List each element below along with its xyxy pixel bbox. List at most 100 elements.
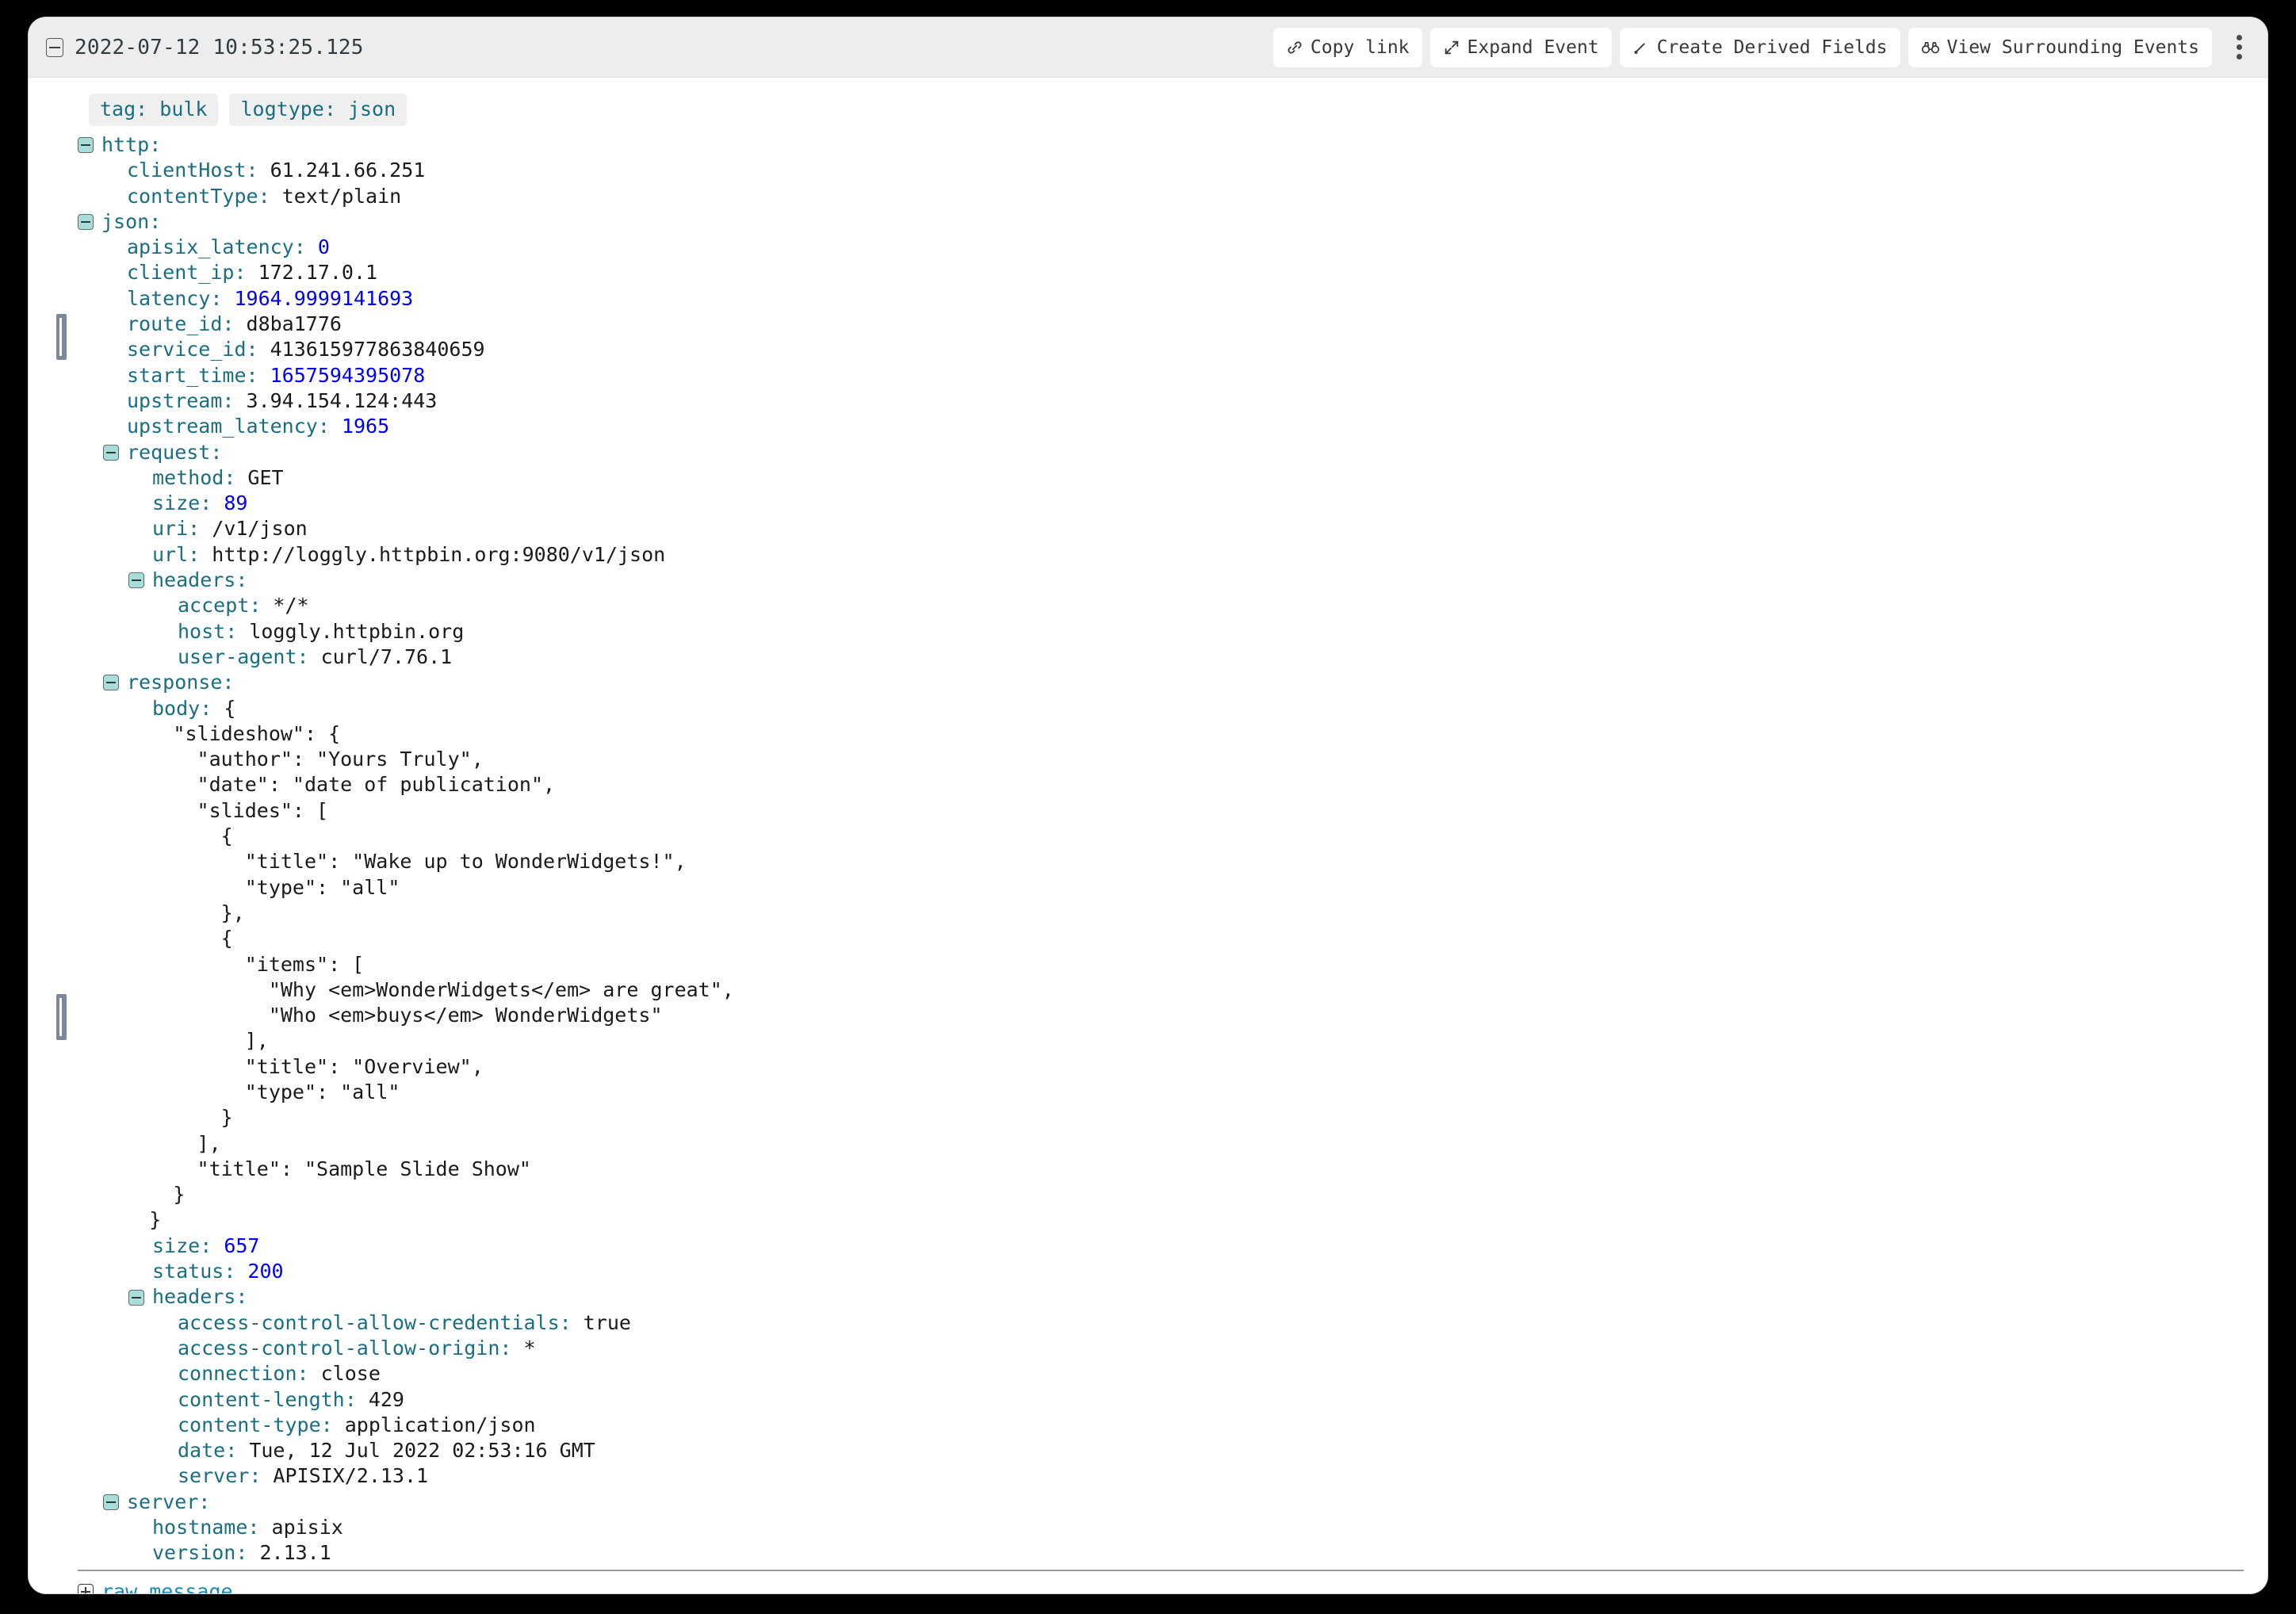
field-value: true <box>583 1310 631 1334</box>
field-row-url: url: http://loggly.httpbin.org:9080/v1/j… <box>29 542 2267 568</box>
create-derived-fields-button[interactable]: Create Derived Fields <box>1619 27 1900 67</box>
minus-square-icon[interactable] <box>103 675 119 691</box>
field-row-user-agent: user-agent: curl/7.76.1 <box>29 644 2267 670</box>
tag-row: tag: bulk logtype: json <box>29 89 2267 131</box>
plus-square-icon[interactable] <box>78 1583 94 1593</box>
field-colon: : <box>246 338 270 361</box>
field-key: date <box>178 1439 226 1463</box>
field-colon: : <box>297 644 321 668</box>
tag-chip-value: json <box>347 98 396 120</box>
field-node-headers[interactable]: headers: <box>29 1284 2267 1310</box>
field-value: close <box>320 1362 381 1386</box>
field-key: server <box>178 1464 250 1488</box>
event-timestamp: 2022-07-12 10:53:25.125 <box>75 35 364 59</box>
field-colon: : <box>249 1464 274 1488</box>
json-body-line: { <box>78 927 233 950</box>
field-colon: : <box>200 491 224 515</box>
resize-handle-top[interactable] <box>56 314 67 360</box>
field-key: upstream <box>127 388 223 412</box>
tag-chip-key: logtype <box>240 98 324 120</box>
field-value: 1965 <box>341 415 390 438</box>
field-value: http://loggly.httpbin.org:9080/v1/json <box>212 542 666 566</box>
field-key: headers: <box>152 1285 248 1309</box>
field-key: hostname <box>152 1516 248 1539</box>
minus-square-icon[interactable] <box>128 1289 144 1306</box>
field-row-latency: latency: 1964.9999141693 <box>29 286 2267 312</box>
field-key: response: <box>127 671 235 694</box>
field-colon: : <box>224 1260 248 1283</box>
field-row-date: date: Tue, 12 Jul 2022 02:53:16 GMT <box>29 1438 2267 1463</box>
field-colon: : <box>246 363 270 387</box>
field-row-client_ip: client_ip: 172.17.0.1 <box>29 260 2267 285</box>
field-row-clientHost: clientHost: 61.241.66.251 <box>29 158 2267 183</box>
json-body-line: "slides": [ <box>78 798 329 822</box>
json-body-line: { <box>78 824 233 848</box>
tag-chip-tag[interactable]: tag: bulk <box>89 94 219 126</box>
minus-square-icon[interactable] <box>78 214 94 231</box>
field-key: connection <box>178 1362 297 1386</box>
json-body-line: "Why <em>WonderWidgets</em> are great", <box>78 977 734 1001</box>
field-colon: : <box>188 542 212 566</box>
json-body-line: "date": "date of publication", <box>78 773 556 797</box>
more-vertical-icon[interactable] <box>2223 28 2255 67</box>
kebab-dot <box>2236 54 2242 59</box>
field-key: size <box>152 1233 201 1257</box>
field-row-start_time: start_time: 1657594395078 <box>29 363 2267 388</box>
minus-square-icon[interactable] <box>46 37 63 57</box>
json-body-line: "type": "all" <box>78 1080 400 1103</box>
json-body-line: "Who <em>buys</em> WonderWidgets" <box>78 1004 663 1027</box>
field-node-response[interactable]: response: <box>29 670 2267 695</box>
event-header-bar: 2022-07-12 10:53:25.125 Copy link Expand… <box>29 17 2267 78</box>
field-key: uri <box>152 517 189 541</box>
field-row-upstream_latency: upstream_latency: 1965 <box>29 414 2267 439</box>
minus-square-icon[interactable] <box>128 572 144 589</box>
field-key: access-control-allow-credentials <box>178 1310 560 1334</box>
field-value: text/plain <box>281 184 402 208</box>
tag-chip-logtype[interactable]: logtype: json <box>229 94 408 126</box>
field-key: content-type <box>178 1413 321 1436</box>
resize-handle-bottom[interactable] <box>56 994 67 1040</box>
expand-event-button[interactable]: Expand Event <box>1429 27 1612 67</box>
field-key: access-control-allow-origin <box>178 1336 500 1360</box>
field-colon: : <box>200 1233 224 1257</box>
field-colon: : <box>247 1516 272 1539</box>
raw-message-row[interactable]: raw_message <box>29 1580 2267 1593</box>
view-surrounding-events-button[interactable]: View Surrounding Events <box>1908 27 2212 67</box>
field-colon: : <box>210 286 235 310</box>
minus-square-icon[interactable] <box>78 137 94 154</box>
field-colon: : <box>188 517 212 541</box>
field-key: http: <box>101 133 162 156</box>
field-colon: : <box>297 1362 321 1386</box>
field-key: accept <box>178 594 250 618</box>
field-key: server: <box>127 1490 211 1513</box>
json-body-line: "title": "Overview", <box>78 1054 484 1078</box>
link-icon <box>1286 39 1303 56</box>
field-row-service_id: service_id: 413615977863840659 <box>29 337 2267 362</box>
json-body-line: } <box>78 1208 162 1232</box>
field-row-connection: connection: close <box>29 1361 2267 1386</box>
derived-fields-icon <box>1632 39 1650 56</box>
field-node-request[interactable]: request: <box>29 440 2267 465</box>
expand-arrows-icon <box>1443 39 1460 56</box>
field-key: method <box>152 465 224 489</box>
field-colon: : <box>249 594 274 618</box>
minus-square-icon[interactable] <box>103 1494 119 1510</box>
field-node-headers[interactable]: headers: <box>29 568 2267 593</box>
minus-square-icon[interactable] <box>103 444 119 461</box>
copy-link-button[interactable]: Copy link <box>1272 27 1422 67</box>
field-node-server[interactable]: server: <box>29 1490 2267 1515</box>
field-node-json[interactable]: json: <box>29 209 2267 235</box>
field-row-server: server: APISIX/2.13.1 <box>29 1463 2267 1489</box>
field-colon: : <box>317 415 342 438</box>
field-value: 2.13.1 <box>259 1541 331 1565</box>
json-body-line: } <box>78 1183 186 1207</box>
field-row-access-control-allow-origin: access-control-allow-origin: * <box>29 1336 2267 1361</box>
field-value: 61.241.66.251 <box>270 159 426 182</box>
tag-chip-key: tag <box>100 98 136 120</box>
kebab-dot <box>2236 44 2242 50</box>
json-body-line: "slideshow": { <box>78 721 341 745</box>
field-node-http[interactable]: http: <box>29 132 2267 158</box>
field-row-route_id: route_id: d8ba1776 <box>29 312 2267 337</box>
field-colon: : <box>225 1439 250 1463</box>
event-body: tag: bulk logtype: json http: clientHost:… <box>29 78 2267 1593</box>
